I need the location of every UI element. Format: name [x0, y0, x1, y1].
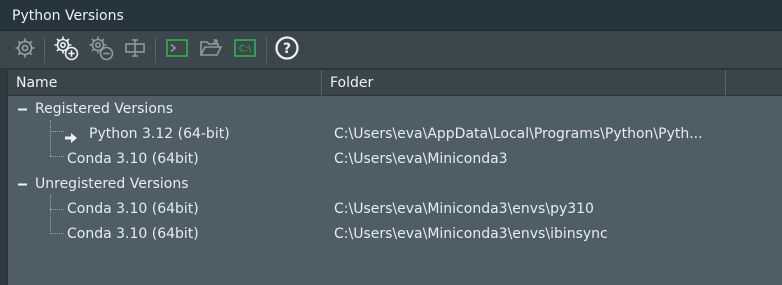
column-header-folder[interactable]: Folder [322, 70, 726, 96]
version-name: Conda 3.10 (64bit) [67, 226, 199, 242]
settings-button[interactable] [13, 38, 37, 62]
group-label: Unregistered Versions [35, 176, 189, 192]
add-version-button[interactable] [53, 35, 79, 65]
toolbar: C:\ ? [0, 31, 782, 69]
tree-group-unregistered[interactable]: Unregistered Versions [8, 172, 782, 197]
collapse-icon[interactable] [18, 105, 27, 114]
toolbar-separator [44, 37, 45, 63]
svg-text:C:\: C:\ [239, 45, 252, 55]
tree-item[interactable]: Conda 3.10 (64bit) C:\Users\eva\Minicond… [8, 147, 782, 172]
remove-version-button[interactable] [88, 35, 114, 65]
version-name: Conda 3.10 (64bit) [67, 201, 199, 217]
version-name: Python 3.12 (64-bit) [89, 126, 230, 142]
group-label: Registered Versions [35, 101, 174, 117]
open-cmd-button[interactable]: C:\ [233, 38, 257, 62]
version-name: Conda 3.10 (64bit) [67, 151, 199, 167]
tree-item[interactable]: Python 3.12 (64-bit) C:\Users\eva\AppDat… [8, 122, 782, 147]
open-folder-icon [199, 36, 223, 64]
version-folder: C:\Users\eva\Miniconda3\envs\py310 [334, 201, 594, 217]
collapse-icon[interactable] [18, 180, 27, 189]
toolbar-separator [266, 37, 267, 63]
tree-item[interactable]: Conda 3.10 (64bit) C:\Users\eva\Minicond… [8, 197, 782, 222]
gear-icon [13, 36, 37, 64]
column-header-name[interactable]: Name [8, 70, 322, 96]
tree-group-registered[interactable]: Registered Versions [8, 97, 782, 122]
terminal-icon [165, 36, 189, 64]
window-title: Python Versions [12, 8, 124, 24]
toolbar-separator [155, 37, 156, 63]
gear-remove-icon [88, 35, 114, 65]
window-titlebar: Python Versions [0, 0, 782, 31]
version-folder: C:\Users\eva\Miniconda3 [334, 151, 508, 167]
rename-icon [123, 36, 147, 64]
help-button[interactable]: ? [274, 35, 300, 65]
help-icon: ? [274, 35, 300, 65]
open-terminal-button[interactable] [165, 38, 189, 62]
rename-button[interactable] [123, 38, 147, 62]
cmd-console-icon: C:\ [233, 36, 257, 64]
open-folder-button[interactable] [199, 38, 223, 62]
svg-text:?: ? [283, 41, 291, 57]
tree-header: Name Folder [8, 70, 782, 96]
tree-item[interactable]: Conda 3.10 (64bit) C:\Users\eva\Minicond… [8, 222, 782, 247]
version-folder: C:\Users\eva\Miniconda3\envs\ibinsync [334, 226, 608, 242]
gear-add-icon [53, 35, 79, 65]
version-folder: C:\Users\eva\AppData\Local\Programs\Pyth… [334, 126, 703, 142]
versions-tree[interactable]: Name Folder Registered Versions Python 3… [7, 70, 782, 285]
